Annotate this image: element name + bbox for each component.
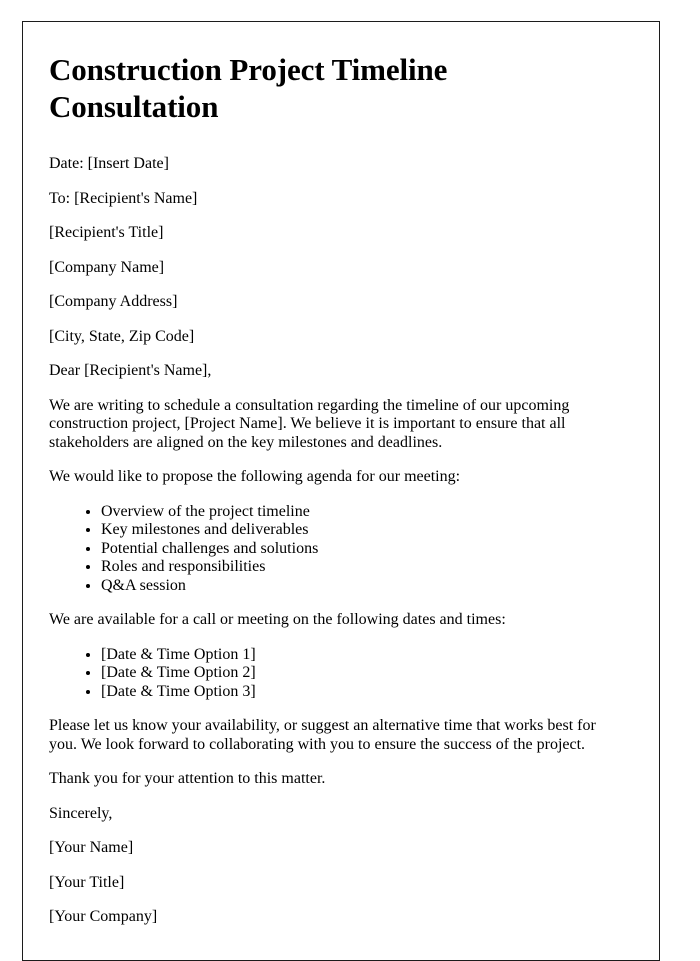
document-page: Construction Project Timeline Consultati…	[22, 21, 660, 961]
city-state-zip-line: [City, State, Zip Code]	[49, 327, 195, 345]
list-item: [Date & Time Option 3]	[101, 683, 619, 702]
recipient-title-line: [Recipient's Title]	[49, 224, 164, 242]
agenda-intro: We would like to propose the following a…	[49, 468, 461, 486]
list-item: Overview of the project timeline	[101, 503, 619, 522]
intro-paragraph: We are writing to schedule a consultatio…	[49, 396, 570, 451]
signoff: Sincerely,	[49, 804, 113, 822]
list-item: Potential challenges and solutions	[101, 540, 619, 559]
company-name-line: [Company Name]	[49, 258, 165, 276]
closing-paragraph: Please let us know your availability, or…	[49, 717, 596, 753]
company-address-line: [Company Address]	[49, 293, 178, 311]
date-line: Date: [Insert Date]	[49, 155, 169, 173]
signature-title: [Your Title]	[49, 873, 125, 891]
availability-list: [Date & Time Option 1] [Date & Time Opti…	[49, 646, 619, 702]
agenda-list: Overview of the project timeline Key mil…	[49, 503, 619, 596]
list-item: Roles and responsibilities	[101, 558, 619, 577]
document-content: Construction Project Timeline Consultati…	[23, 22, 659, 927]
signature-company: [Your Company]	[49, 908, 158, 926]
salutation: Dear [Recipient's Name],	[49, 362, 212, 380]
list-item: [Date & Time Option 1]	[101, 646, 619, 665]
signature-name: [Your Name]	[49, 839, 134, 857]
availability-intro: We are available for a call or meeting o…	[49, 611, 506, 629]
list-item: Q&A session	[101, 577, 619, 596]
list-item: Key milestones and deliverables	[101, 521, 619, 540]
recipient-name-line: To: [Recipient's Name]	[49, 189, 198, 207]
list-item: [Date & Time Option 2]	[101, 664, 619, 683]
thanks-paragraph: Thank you for your attention to this mat…	[49, 770, 326, 788]
page-title: Construction Project Timeline Consultati…	[49, 52, 448, 124]
